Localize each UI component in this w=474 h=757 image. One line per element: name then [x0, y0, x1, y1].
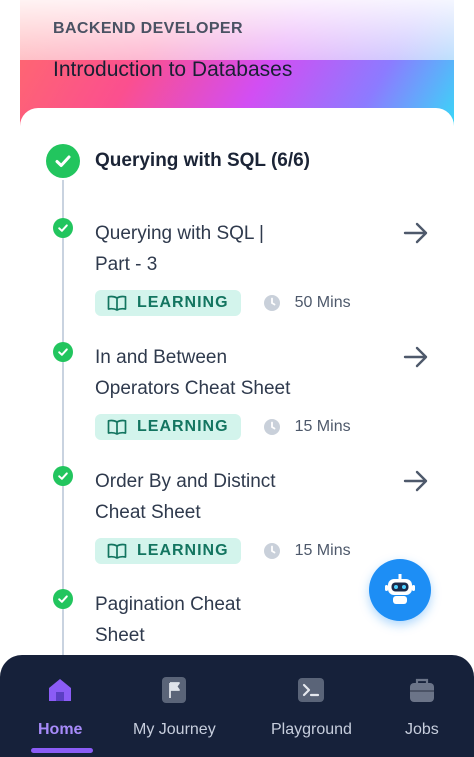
nav-jobs[interactable]: Jobs: [405, 675, 439, 739]
section-title: Querying with SQL (6/6): [95, 150, 311, 171]
item-title: In and Between Operators Cheat Sheet: [95, 347, 291, 399]
flag-icon: [162, 677, 187, 703]
nav-label: Jobs: [405, 721, 439, 738]
duration-text: 15 Mins: [294, 542, 351, 559]
check-circle-icon: [53, 342, 73, 362]
learning-badge: LEARNING: [95, 414, 241, 440]
bottom-nav: Home My Journey Playground Jobs: [0, 655, 474, 757]
nav-label: My Journey: [133, 721, 216, 738]
item-meta: LEARNING 50 Mins: [95, 290, 351, 316]
book-open-icon: [107, 419, 127, 435]
learning-badge: LEARNING: [95, 538, 241, 564]
briefcase-icon: [409, 678, 434, 702]
duration-text: 50 Mins: [294, 294, 351, 311]
arrow-right-icon[interactable]: [403, 470, 429, 492]
nav-label: Playground: [271, 721, 352, 738]
terminal-icon: [298, 678, 325, 702]
arrow-right-icon[interactable]: [403, 222, 429, 244]
check-circle-icon: [53, 218, 73, 238]
timeline-line: [62, 180, 64, 660]
clock-icon: [263, 419, 280, 435]
assistant-button[interactable]: [369, 559, 431, 621]
item-title: Querying with SQL | Part - 3: [95, 223, 264, 275]
active-tab-indicator: [31, 748, 93, 753]
clock-icon: [263, 295, 280, 311]
track-label: BACKEND DEVELOPER: [53, 20, 243, 37]
item-meta: LEARNING 15 Mins: [95, 538, 351, 564]
book-open-icon: [107, 295, 127, 311]
item-title: Pagination Cheat Sheet: [95, 594, 241, 646]
nav-label: Home: [38, 721, 83, 738]
arrow-right-icon[interactable]: [403, 346, 429, 368]
home-icon: [49, 679, 72, 701]
book-open-icon: [107, 543, 127, 559]
nav-home[interactable]: Home: [38, 675, 82, 739]
check-circle-icon: [53, 589, 73, 609]
item-title: Order By and Distinct Cheat Sheet: [95, 471, 276, 523]
duration-text: 15 Mins: [294, 418, 351, 435]
learning-badge: LEARNING: [95, 290, 241, 316]
course-title: Introduction to Databases: [53, 58, 293, 81]
section-header[interactable]: Querying with SQL (6/6): [46, 144, 310, 178]
robot-icon: [385, 574, 415, 604]
check-circle-icon: [46, 144, 80, 178]
check-circle-icon: [53, 466, 73, 486]
item-meta: LEARNING 15 Mins: [95, 414, 351, 440]
nav-playground[interactable]: Playground: [271, 675, 352, 739]
nav-my-journey[interactable]: My Journey: [133, 675, 216, 739]
clock-icon: [263, 543, 280, 559]
